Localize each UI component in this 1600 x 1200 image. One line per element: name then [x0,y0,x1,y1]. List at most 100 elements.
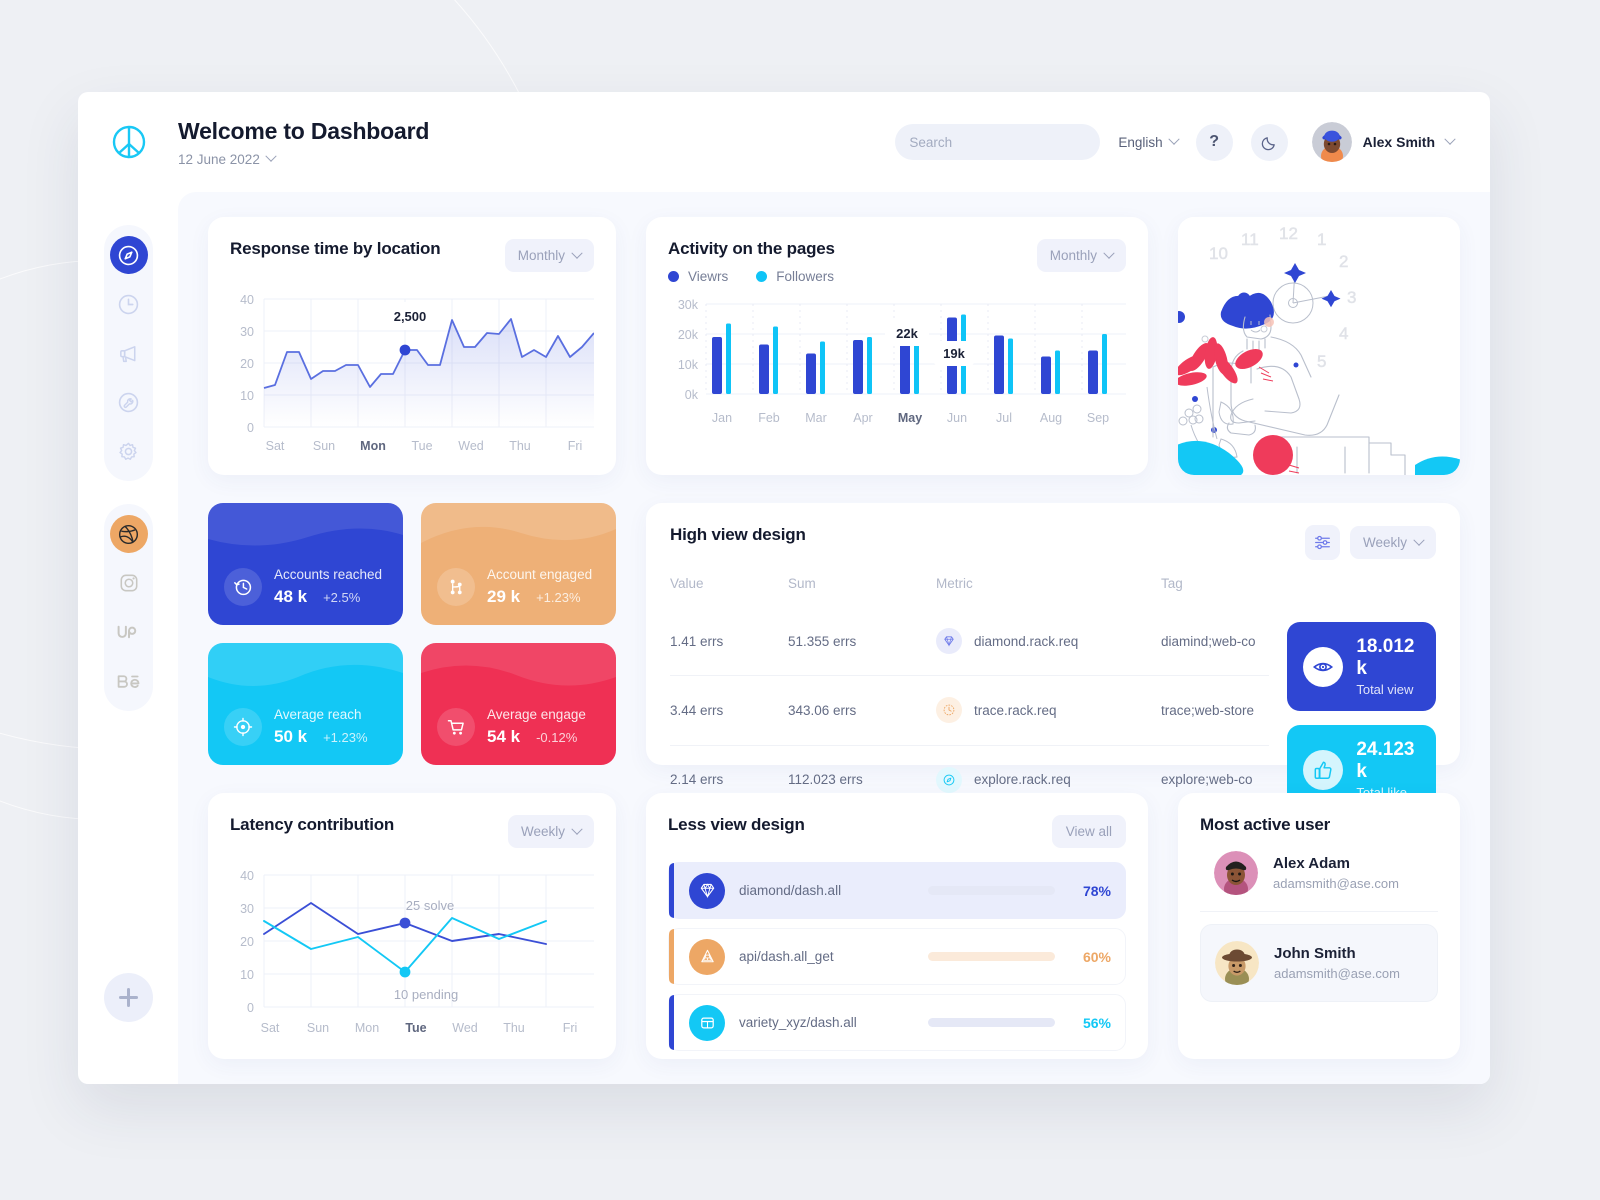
card-title: Most active user [1200,815,1331,834]
table-row[interactable]: 3.44 errs 343.06 errs trace.rack.req tra… [670,675,1270,746]
row-accent-bar [669,995,674,1050]
compass-icon [118,245,139,265]
svg-text:Mon: Mon [355,1021,379,1035]
sidebar-item-clock[interactable] [110,285,148,323]
svg-text:0: 0 [247,1001,254,1015]
svg-text:Fri: Fri [563,1021,578,1035]
response-filter-dropdown[interactable]: Monthly [504,239,594,272]
thumbs-up-icon [1303,749,1344,790]
less-view-list: diamond/dash.all 78% api/dash.all_get 60… [668,862,1126,1051]
row-charts: Response time by location Monthly 40 30 … [208,217,1460,475]
column-header-value: Value [670,576,704,591]
column-header-tag: Tag [1161,576,1183,591]
main-content: Response time by location Monthly 40 30 … [178,192,1490,1084]
chevron-down-icon [571,247,583,259]
user-menu[interactable]: Alex Smith [1311,122,1456,162]
sliders-icon [1315,535,1330,550]
list-item[interactable]: variety_xyz/dash.all 56% [668,994,1126,1051]
chevron-down-icon [265,150,277,162]
table-row[interactable]: 1.41 errs 51.355 errs diamond.rack.req d… [670,607,1269,676]
clock-icon [936,697,962,724]
svg-text:Sun: Sun [313,439,335,453]
svg-text:10k: 10k [678,358,699,372]
chevron-down-icon [571,823,583,835]
svg-text:30k: 30k [678,298,699,312]
search-box[interactable] [895,124,1101,160]
svg-text:Sep: Sep [1087,411,1109,425]
dark-mode-toggle[interactable] [1250,123,1288,161]
view-all-button[interactable]: View all [1051,815,1126,848]
legend-item-viewrs: Viewrs [668,269,728,284]
stat-tile-accounts-reached[interactable]: Accounts reached 48 k +2.5% [208,503,403,625]
chevron-down-icon [1167,133,1180,145]
add-button[interactable] [104,973,153,1022]
sidebar-item-settings[interactable] [110,432,148,470]
brand-logo-icon[interactable] [102,115,156,169]
svg-text:4: 4 [1339,324,1348,343]
svg-text:Wed: Wed [458,439,484,453]
tile-wave [421,643,616,686]
svg-text:Aug: Aug [1040,411,1062,425]
date-selector[interactable]: 12 June 2022 [178,150,429,167]
activity-tooltip-1: 22k [896,326,918,341]
chevron-down-icon [1444,133,1456,145]
activity-filter-dropdown[interactable]: Monthly [1036,239,1126,272]
legend-dot-followers [756,271,768,282]
latency-chart: 40 30 20 10 0 25 solve 10 pending Sat Su… [230,856,594,1046]
latency-filter-dropdown[interactable]: Weekly [507,815,594,848]
svg-text:Tue: Tue [411,439,432,453]
activity-legend: Viewrs Followers [668,269,835,284]
tile-wave [421,503,616,543]
chevron-down-icon [1413,534,1425,546]
card-title: Activity on the pages [668,239,835,258]
search-input[interactable] [909,134,1087,150]
help-button[interactable]: ? [1195,123,1233,161]
high-view-filter-dropdown[interactable]: Weekly [1349,526,1436,559]
progress-percent: 78% [1082,882,1111,899]
user-name: Alex Adam [1273,855,1350,872]
diamond-icon [689,872,725,909]
sidebar-item-behance[interactable] [110,662,148,700]
user-email: adamsmith@ase.com [1273,876,1399,891]
svg-text:11: 11 [1241,230,1259,249]
sidebar-item-compass[interactable] [109,236,148,274]
sidebar-item-tools[interactable] [110,383,148,421]
total-view-card[interactable]: 18.012 k Total view [1287,622,1436,711]
svg-text:10: 10 [240,968,254,982]
list-item[interactable]: John Smith adamsmith@ase.com [1200,924,1438,1002]
sidebar-item-megaphone[interactable] [110,334,148,372]
list-item-label: variety_xyz/dash.all [739,1015,857,1030]
svg-text:12: 12 [1279,224,1298,243]
list-item[interactable]: api/dash.all_get 60% [668,928,1126,985]
legend-label-followers: Followers [776,269,835,284]
svg-text:Mon: Mon [360,439,386,453]
top-bar-actions: English ? [895,122,1456,162]
filter-label: Weekly [520,824,565,839]
total-number: 18.012 k [1356,636,1415,679]
stat-tile-average-engage[interactable]: Average engage 54 k -0.12% [421,643,616,765]
svg-text:Sat: Sat [261,1021,280,1035]
card-title: Less view design [668,815,805,834]
list-item[interactable]: Alex Adam adamsmith@ase.com [1200,835,1438,912]
sidebar-item-upwork[interactable] [110,613,148,651]
chevron-down-icon [1103,247,1115,259]
high-view-settings-button[interactable] [1304,525,1340,560]
cell-metric: diamond.rack.req [936,607,1161,676]
user-name: John Smith [1274,945,1356,962]
card-title: Response time by location [230,239,441,258]
card-title: Latency contribution [230,815,395,834]
svg-text:Tue: Tue [405,1021,426,1035]
sidebar-item-dribbble[interactable] [109,515,148,553]
sidebar-item-instagram[interactable] [110,564,148,602]
stat-tile-average-reach[interactable]: Average reach 50 k +1.23% [208,643,403,765]
progress-track [928,1018,1055,1027]
gear-icon [119,442,137,460]
metric-label: diamond.rack.req [974,633,1079,649]
stat-tile-account-engaged[interactable]: Account engaged 29 k +1.23% [421,503,616,625]
svg-text:20k: 20k [678,328,699,342]
page-title: Welcome to Dashboard [178,117,430,144]
avatar [1215,941,1259,985]
language-selector[interactable]: English [1118,133,1180,150]
date-label: 12 June 2022 [178,151,260,167]
list-item[interactable]: diamond/dash.all 78% [668,862,1126,919]
